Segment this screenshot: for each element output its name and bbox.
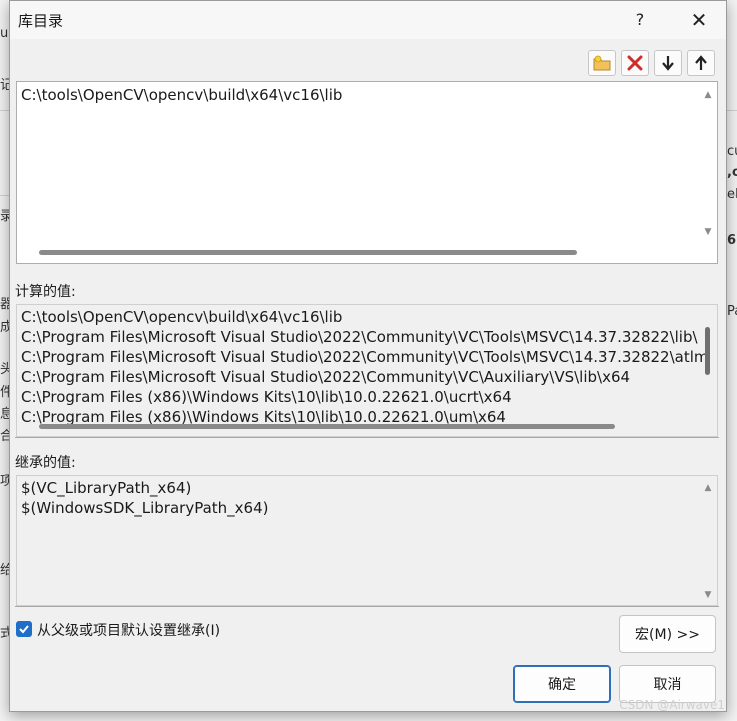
new-folder-icon: [593, 55, 611, 71]
scroll-down-arrow[interactable]: ▼: [700, 225, 716, 239]
separator: [15, 606, 719, 607]
move-down-button[interactable]: [654, 50, 682, 76]
evaluated-values-list: C:\tools\OpenCV\opencv\build\x64\vc16\li…: [16, 304, 718, 437]
new-line-button[interactable]: [588, 50, 616, 76]
evaluated-values-label: 计算的值:: [15, 284, 76, 300]
inherited-line: $(VC_LibraryPath_x64): [21, 479, 192, 497]
dialog-title: 库目录: [18, 12, 64, 30]
evaluated-line: C:\Program Files (x86)\Windows Kits\10\l…: [21, 388, 512, 406]
vertical-scrollbar[interactable]: [705, 327, 710, 375]
evaluated-line: C:\Program Files\Microsoft Visual Studio…: [21, 368, 631, 386]
editor-line[interactable]: C:\tools\OpenCV\opencv\build\x64\vc16\li…: [21, 86, 342, 104]
cancel-button-label: 取消: [653, 677, 682, 693]
title-bar: 库目录 ? ✕: [10, 1, 726, 39]
move-up-icon: [695, 55, 707, 70]
scroll-down-arrow[interactable]: ▼: [700, 588, 716, 602]
background-fragment: Pa: [727, 304, 737, 319]
library-directories-dialog: 库目录 ? ✕ C:\tools\OpenCV\opencv\build\x64…: [9, 0, 727, 712]
macros-button[interactable]: 宏(M) >>: [619, 615, 716, 653]
inherit-checkbox[interactable]: [16, 621, 32, 637]
separator: [15, 437, 719, 438]
close-button[interactable]: ✕: [685, 7, 713, 33]
ok-button[interactable]: 确定: [513, 665, 611, 703]
evaluated-line: C:\tools\OpenCV\opencv\build\x64\vc16\li…: [21, 308, 343, 326]
help-button[interactable]: ?: [626, 7, 654, 33]
evaluated-line: C:\Program Files\Microsoft Visual Studio…: [21, 328, 698, 346]
inherited-values-list: $(VC_LibraryPath_x64) $(WindowsSDK_Libra…: [16, 475, 718, 606]
horizontal-scrollbar[interactable]: [39, 424, 615, 429]
ok-button-label: 确定: [548, 677, 576, 693]
move-down-icon: [662, 56, 674, 71]
watermark: CSDN @Airwave1: [619, 698, 725, 712]
horizontal-scrollbar[interactable]: [39, 250, 577, 255]
scroll-up-arrow[interactable]: ▲: [700, 481, 716, 495]
move-up-button[interactable]: [687, 50, 715, 76]
background-fragment: cu: [727, 144, 737, 159]
macros-button-label: 宏(M) >>: [635, 627, 700, 643]
background-fragment: eP: [727, 187, 737, 202]
check-icon: [19, 625, 29, 634]
inherited-values-label: 继承的值:: [15, 455, 76, 471]
inherit-checkbox-label[interactable]: 从父级或项目默认设置继承(I): [37, 620, 220, 640]
delete-line-button[interactable]: [621, 50, 649, 76]
delete-icon: [627, 55, 643, 71]
evaluated-line: C:\Program Files\Microsoft Visual Studio…: [21, 348, 709, 366]
background-fragment: ,o: [727, 165, 737, 180]
background-fragment: 6: [727, 233, 737, 248]
inherited-line: $(WindowsSDK_LibraryPath_x64): [21, 499, 269, 517]
scroll-up-arrow[interactable]: ▲: [700, 88, 716, 102]
directories-editor[interactable]: C:\tools\OpenCV\opencv\build\x64\vc16\li…: [16, 81, 718, 264]
